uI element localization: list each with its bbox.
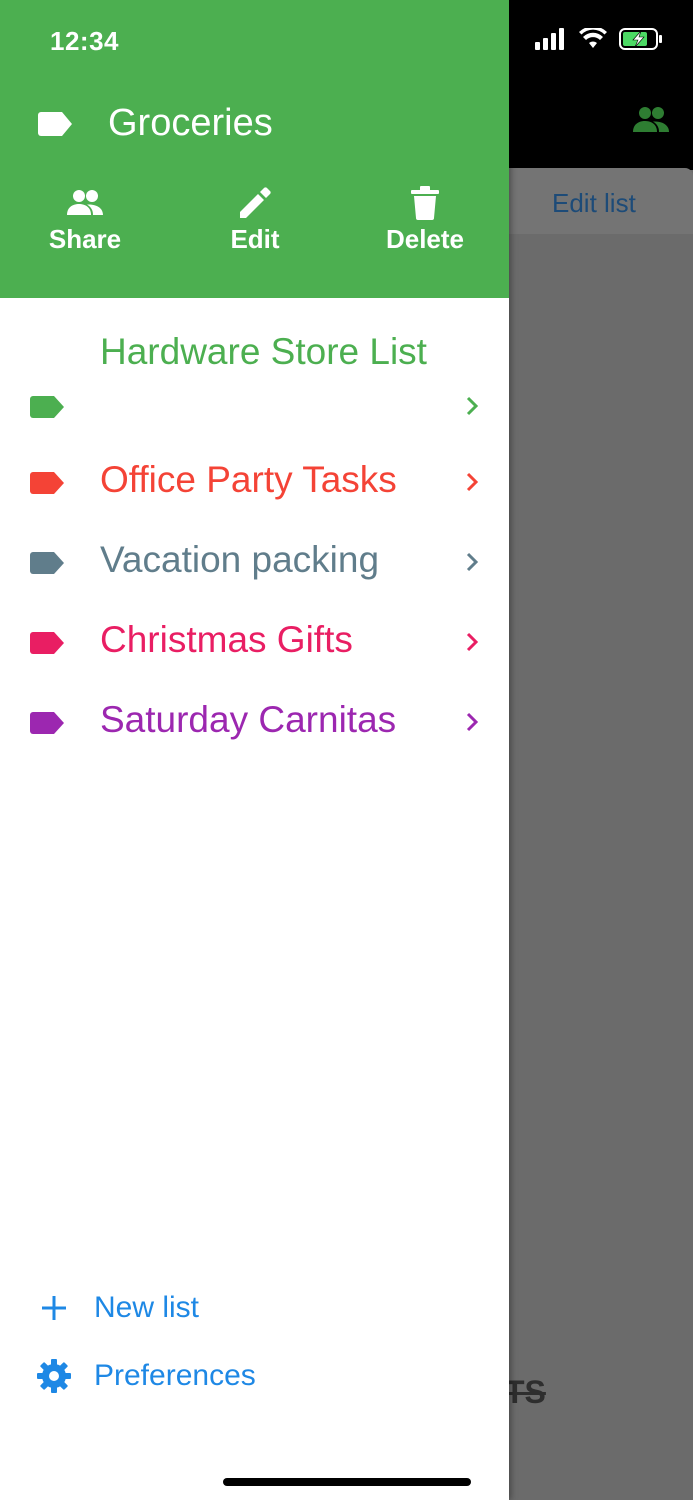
list-name: Saturday Carnitas — [100, 699, 397, 740]
list-name: Office Party Tasks — [100, 459, 397, 500]
share-label: Share — [48, 224, 122, 254]
list-item[interactable]: Office Party Tasks — [0, 454, 509, 516]
wifi-icon — [579, 28, 607, 48]
tag-icon — [30, 396, 64, 418]
list-item[interactable]: Hardware Store List — [0, 326, 509, 430]
chevron-right-icon — [466, 712, 479, 732]
trash-icon — [405, 186, 445, 220]
home-indicator[interactable] — [223, 1478, 471, 1486]
chevron-right-icon — [466, 632, 479, 652]
current-list-title-row: Groceries — [38, 102, 273, 145]
list-item[interactable]: Saturday Carnitas — [0, 694, 509, 756]
chevron-right-icon — [466, 472, 479, 492]
status-time: 12:34 — [50, 26, 119, 56]
background-item-text: TS — [505, 1374, 546, 1410]
status-icons — [535, 28, 663, 50]
share-button[interactable]: Share — [46, 186, 124, 255]
people-icon[interactable] — [631, 104, 671, 136]
preferences-button[interactable]: Preferences — [36, 1358, 256, 1394]
people-icon — [65, 186, 105, 220]
tag-icon — [30, 712, 64, 734]
signal-icon — [535, 28, 564, 50]
list-name: Christmas Gifts — [100, 619, 353, 660]
new-list-button[interactable]: New list — [36, 1290, 199, 1326]
chevron-right-icon — [466, 396, 479, 416]
tag-icon — [30, 472, 64, 494]
delete-label: Delete — [385, 224, 465, 254]
preferences-label: Preferences — [94, 1359, 256, 1392]
current-list-title: Groceries — [108, 102, 273, 144]
edit-label: Edit — [230, 224, 280, 254]
tag-icon — [30, 552, 64, 574]
background-content[interactable] — [509, 234, 693, 1500]
pencil-icon — [235, 186, 275, 220]
new-list-label: New list — [94, 1291, 200, 1324]
list-item[interactable]: Vacation packing — [0, 534, 509, 596]
tag-icon — [38, 111, 72, 136]
tag-icon — [30, 632, 64, 654]
drawer-header: 12:34 Groceries Share Edit Delete — [0, 0, 509, 298]
background-header — [509, 0, 693, 170]
edit-button[interactable]: Edit — [226, 186, 284, 255]
chevron-right-icon — [466, 552, 479, 572]
list-actions: Share Edit Delete — [0, 186, 509, 266]
list-name: Hardware Store List — [100, 331, 427, 372]
list-item[interactable]: Christmas Gifts — [0, 614, 509, 676]
delete-button[interactable]: Delete — [380, 186, 470, 255]
navigation-drawer: 12:34 Groceries Share Edit Delete Hardwa… — [0, 0, 509, 1500]
edit-list-button[interactable]: Edit list — [552, 188, 636, 219]
list-name: Vacation packing — [100, 539, 380, 580]
tag-shape — [30, 396, 64, 418]
gear-icon — [36, 1358, 72, 1394]
battery-icon — [619, 28, 662, 50]
plus-icon — [36, 1290, 72, 1326]
